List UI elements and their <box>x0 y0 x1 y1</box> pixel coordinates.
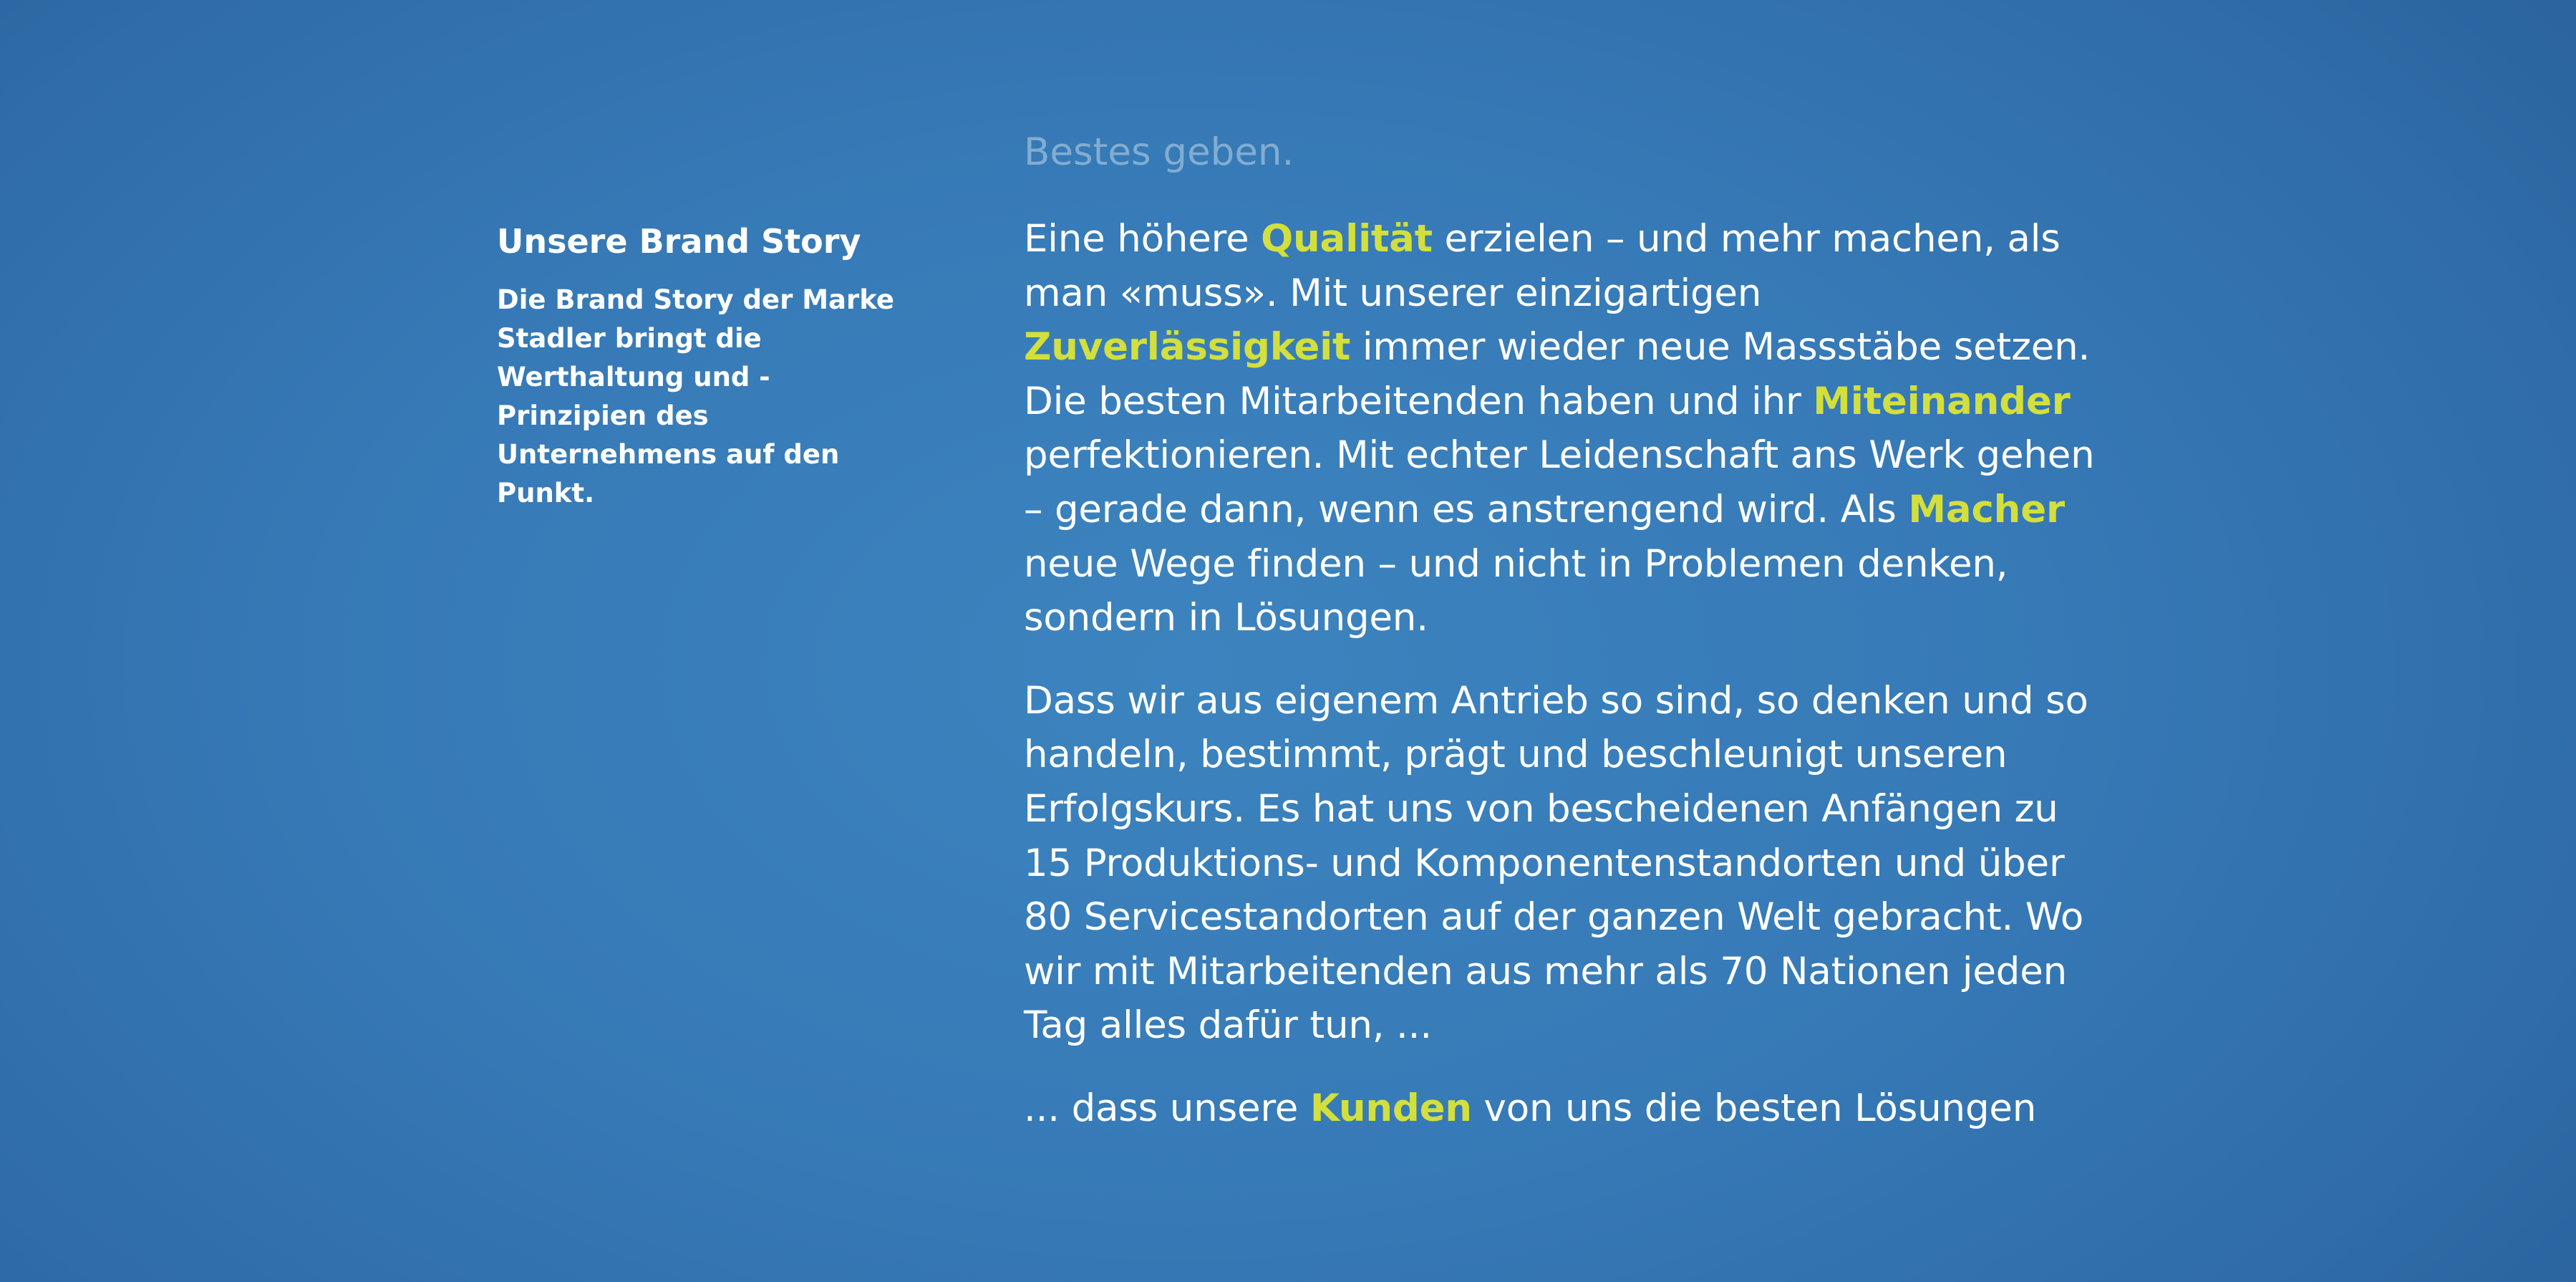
highlight-qualitaet: Qualität <box>1261 217 1433 261</box>
text-segment: ... dass unsere <box>1024 1086 1310 1130</box>
text-segment: von uns die besten Lösungen <box>1471 1086 2037 1130</box>
text-segment: Eine höhere <box>1024 217 1262 261</box>
text-segment: neue Wege finden – und nicht in Probleme… <box>1024 541 2008 640</box>
highlight-macher: Macher <box>1908 487 2065 531</box>
fading-previous-line: Bestes geben. <box>1024 130 1294 174</box>
brand-story-page: Unsere Brand Story Die Brand Story der M… <box>0 0 2576 1282</box>
paragraph-growth: Dass wir aus eigenem Antrieb so sind, so… <box>1024 678 2088 1048</box>
highlight-zuverlaessigkeit: Zuverlässigkeit <box>1024 325 1351 370</box>
highlight-miteinander: Miteinander <box>1813 379 2071 423</box>
brand-story-description: Die Brand Story der Marke Stadler bringt… <box>497 284 894 509</box>
brand-story-heading: Unsere Brand Story <box>497 222 861 261</box>
paragraph-customers: ... dass unsere Kunden von uns die beste… <box>1024 1081 2098 1136</box>
paragraph-values: Eine höhere Qualität erzielen – und mehr… <box>1024 212 2098 645</box>
brand-story-content: Bestes geben. Eine höhere Qualität erzie… <box>1024 122 2098 1136</box>
brand-story-sidebar: Unsere Brand Story Die Brand Story der M… <box>497 216 912 513</box>
highlight-kunden: Kunden <box>1309 1086 1472 1130</box>
